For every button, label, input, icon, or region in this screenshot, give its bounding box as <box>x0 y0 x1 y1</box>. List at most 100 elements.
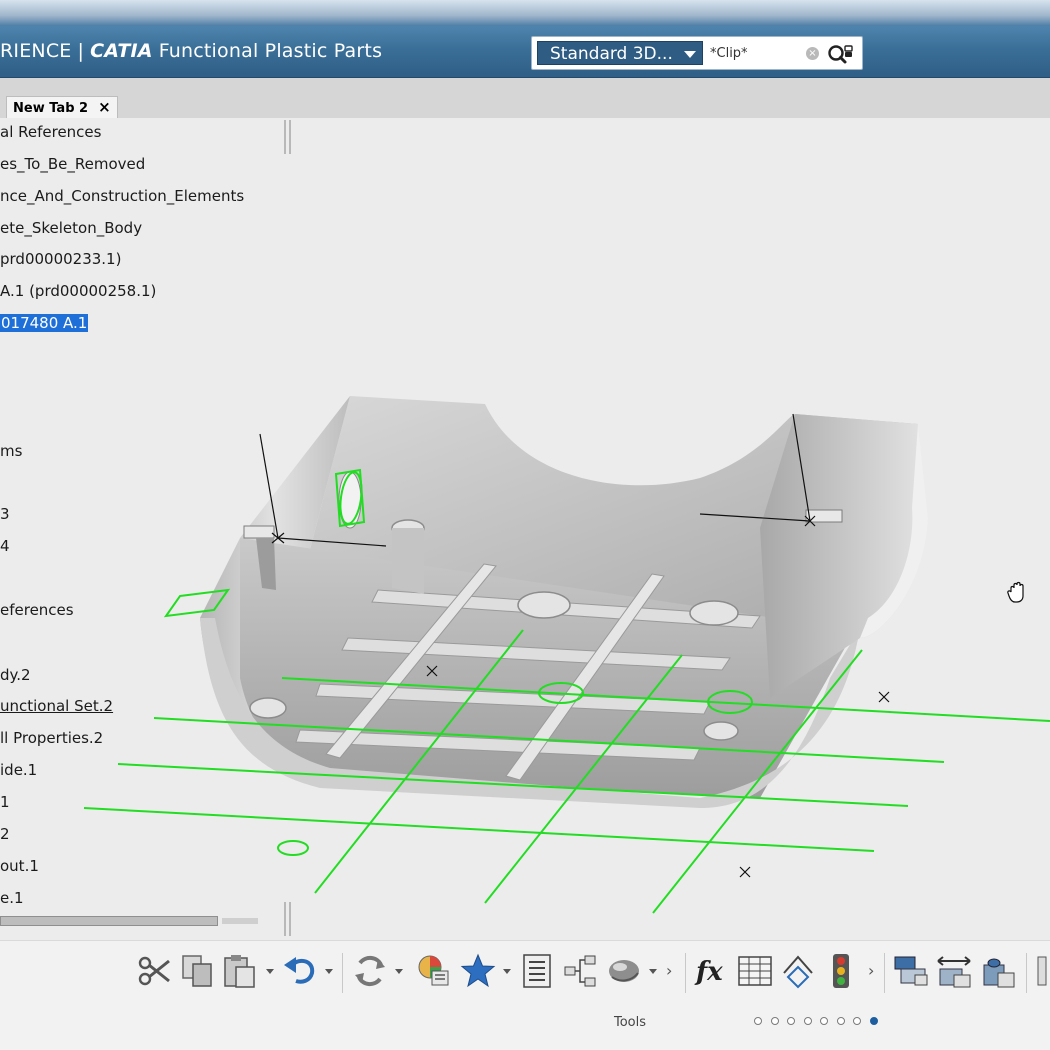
tree-graph-icon[interactable] <box>563 953 599 989</box>
toolbar-page-dot[interactable] <box>820 1017 828 1025</box>
tree-node-label: eferences <box>0 601 74 619</box>
tree-node[interactable]: eferences <box>0 600 74 620</box>
tree-node[interactable]: ll Properties.2 <box>0 728 103 748</box>
tree-node-label: prd00000233.1) <box>0 250 122 268</box>
tree-node[interactable]: A.1 (prd00000258.1) <box>0 281 156 301</box>
axis-markers <box>259 413 890 878</box>
tree-node-label: es_To_Be_Removed <box>0 155 146 173</box>
tree-node-label: 1 <box>0 793 10 811</box>
action-bar: › fx › Tools <box>0 940 1050 1050</box>
table-icon[interactable] <box>737 953 773 989</box>
tree-node[interactable]: es_To_Be_Removed <box>0 154 145 174</box>
search-icon[interactable] <box>826 43 854 65</box>
clear-icon[interactable]: × <box>806 47 819 60</box>
tree-node[interactable]: 3 <box>0 504 10 524</box>
tree-node[interactable]: unctional Set.2 <box>0 696 113 716</box>
app-title: RIENCE | CATIA Functional Plastic Parts <box>0 40 382 62</box>
toolbar-page-dot[interactable] <box>787 1017 795 1025</box>
panel-divider-top[interactable] <box>284 120 286 154</box>
render-style-chevron-icon[interactable] <box>649 969 657 974</box>
material-icon[interactable] <box>416 953 452 989</box>
panel-divider-top-2[interactable] <box>289 120 291 154</box>
tree-node[interactable]: ete_Skeleton_Body <box>0 218 142 238</box>
paste-options-chevron-icon[interactable] <box>266 969 274 974</box>
tree-node-label: 017480 A.1 <box>0 314 89 332</box>
tree-node-label: ms <box>0 442 23 460</box>
tree-node-label: 4 <box>0 537 10 555</box>
plastic-part-model[interactable] <box>200 396 928 808</box>
title-bar: RIENCE | CATIA Functional Plastic Parts <box>0 26 1050 78</box>
search-input[interactable] <box>710 42 806 64</box>
undo-icon[interactable] <box>282 953 318 989</box>
tree-node-label: unctional Set.2 <box>0 697 114 715</box>
render-style-icon[interactable] <box>606 953 642 989</box>
tool-b-icon[interactable] <box>936 953 972 989</box>
panel-divider-bottom[interactable] <box>284 902 286 936</box>
update-icon[interactable] <box>352 953 388 989</box>
tree-node[interactable]: ms <box>0 441 22 461</box>
overflow-toolbar-icon[interactable] <box>1034 953 1050 989</box>
title-separator: | <box>77 40 85 62</box>
update-chevron-icon[interactable] <box>395 969 403 974</box>
tree-node[interactable]: e.1 <box>0 888 24 908</box>
toolbar-separator <box>685 953 686 993</box>
favorite-star-icon[interactable] <box>460 953 496 989</box>
toolbar-separator <box>1026 953 1027 993</box>
tree-node-label: al References <box>0 123 102 141</box>
report-list-icon[interactable] <box>520 953 556 989</box>
measure-icon[interactable] <box>780 953 816 989</box>
tool-a-icon[interactable] <box>893 953 929 989</box>
tree-node-label: 3 <box>0 505 10 523</box>
tree-node[interactable]: out.1 <box>0 856 39 876</box>
cut-icon[interactable] <box>137 953 173 989</box>
title-app-name: Functional Plastic Parts <box>158 40 383 62</box>
tree-node[interactable]: nce_And_Construction_Elements <box>0 186 244 206</box>
more-commands-chevron-icon[interactable]: › <box>666 961 672 980</box>
tree-node[interactable]: 017480 A.1 <box>0 313 89 333</box>
chevron-down-icon <box>684 51 696 58</box>
tree-node[interactable]: 1 <box>0 792 10 812</box>
tree-node-label: out.1 <box>0 857 39 875</box>
tree-node[interactable]: dy.2 <box>0 665 31 685</box>
tree-node[interactable]: al References <box>0 122 101 142</box>
svg-text:fx: fx <box>694 957 723 987</box>
tree-node-label: ll Properties.2 <box>0 729 104 747</box>
tab-label: New Tab 2 <box>13 101 89 116</box>
tree-node[interactable]: 4 <box>0 536 10 556</box>
title-brand: CATIA <box>90 40 153 62</box>
specification-tree: al References es_To_Be_Removed nce_And_Con… <box>0 118 290 938</box>
toolbar-separator <box>342 953 343 993</box>
formula-fx-icon[interactable]: fx <box>694 953 730 989</box>
tab-bar: New Tab 2 × <box>0 78 1050 118</box>
tab-new-tab-2[interactable]: New Tab 2 × <box>6 96 118 118</box>
toolbar-page-dot[interactable] <box>803 1017 812 1025</box>
tree-node-label: ide.1 <box>0 761 38 779</box>
tree-node[interactable]: ide.1 <box>0 760 37 780</box>
favorites-chevron-icon[interactable] <box>503 969 511 974</box>
close-icon[interactable]: × <box>98 98 111 116</box>
tree-node-label: e.1 <box>0 889 24 907</box>
tree-node[interactable]: prd00000233.1) <box>0 249 121 269</box>
toolbar-page-dot[interactable] <box>853 1017 861 1025</box>
toolbar-page-dot[interactable] <box>754 1017 762 1025</box>
search-scope-dropdown[interactable]: Standard 3D... <box>537 41 703 65</box>
traffic-light-icon[interactable] <box>823 953 859 989</box>
tree-scrollbar-track[interactable] <box>222 918 258 924</box>
toolbar-separator <box>884 953 885 993</box>
toolbar-page-dot[interactable] <box>836 1017 845 1025</box>
tree-node-label: dy.2 <box>0 666 31 684</box>
undo-history-chevron-icon[interactable] <box>325 969 333 974</box>
toolbar-section-label: Tools <box>614 1015 647 1030</box>
more-commands-chevron-icon-2[interactable]: › <box>868 961 874 980</box>
tree-node-label: ete_Skeleton_Body <box>0 219 143 237</box>
tool-c-icon[interactable] <box>980 953 1016 989</box>
paste-icon[interactable] <box>222 953 258 989</box>
window-top-strip <box>0 0 1050 26</box>
pan-hand-cursor-icon <box>1007 581 1024 603</box>
tree-horizontal-scrollbar[interactable] <box>0 916 218 926</box>
panel-divider-bottom-2[interactable] <box>289 902 291 936</box>
copy-icon[interactable] <box>180 953 216 989</box>
toolbar-page-dot[interactable] <box>770 1017 779 1025</box>
toolbar-page-dot[interactable] <box>869 1017 878 1025</box>
tree-node[interactable]: 2 <box>0 824 10 844</box>
